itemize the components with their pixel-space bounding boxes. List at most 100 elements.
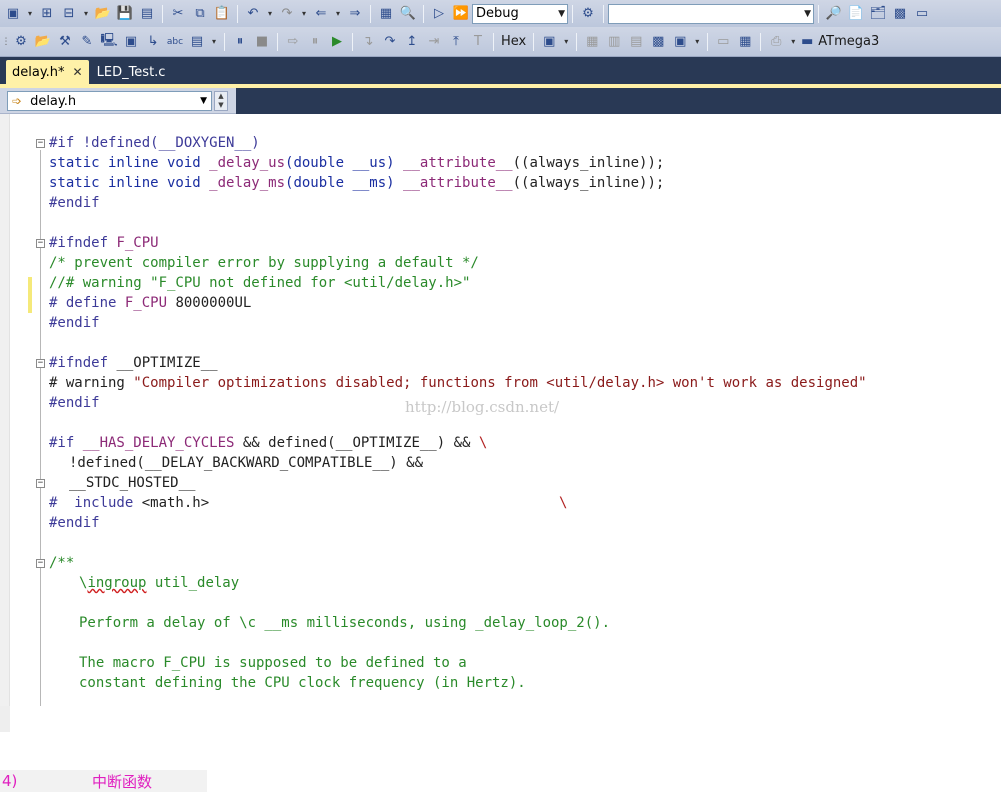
tab-led-test-c[interactable]: LED_Test.c bbox=[91, 60, 172, 84]
extension-manager-icon[interactable]: ▩ bbox=[890, 4, 910, 24]
device-icon[interactable]: 🖳 bbox=[99, 32, 119, 52]
dropdown-arrow-icon[interactable]: ▾ bbox=[692, 32, 702, 52]
memory-view-icon[interactable]: ▤ bbox=[626, 32, 646, 52]
new-project-icon[interactable]: ▣ bbox=[3, 4, 23, 24]
properties-icon[interactable]: 📄 bbox=[846, 4, 866, 24]
dropdown-arrow-icon[interactable]: ▾ bbox=[333, 4, 343, 24]
dropdown-arrow-icon[interactable]: ▾ bbox=[561, 32, 571, 52]
toolbar-separator bbox=[572, 4, 573, 23]
chevron-down-icon: ▼ bbox=[558, 8, 565, 19]
toolbar-separator bbox=[707, 32, 709, 51]
disassembly-icon[interactable]: T bbox=[468, 32, 488, 52]
print-icon[interactable]: ⎙ bbox=[766, 32, 786, 52]
start-debugging-icon[interactable]: ⏩ bbox=[451, 4, 471, 24]
dropdown-arrow-icon[interactable]: ▾ bbox=[25, 4, 35, 24]
dropdown-arrow-icon[interactable]: ▾ bbox=[788, 32, 798, 52]
code-text: #endif bbox=[49, 515, 100, 531]
find-icon[interactable]: 🔍 bbox=[398, 4, 418, 24]
code-continuation: \ bbox=[478, 435, 488, 451]
device-programming-icon[interactable]: ⚙ bbox=[578, 4, 598, 24]
table-icon[interactable]: ▦ bbox=[735, 32, 755, 52]
open-folder-icon[interactable]: 📂 bbox=[33, 32, 53, 52]
save-all-icon[interactable]: ▤ bbox=[137, 4, 157, 24]
code-text: (double __ms) bbox=[285, 175, 404, 191]
toolbar-separator bbox=[533, 32, 535, 51]
toolbar-separator bbox=[352, 32, 353, 51]
layout-icon[interactable]: ▭ bbox=[713, 32, 733, 52]
code-keyword: #ifndef bbox=[49, 235, 117, 251]
step-into-icon[interactable]: ↴ bbox=[358, 32, 378, 52]
hex-toggle-button[interactable]: Hex bbox=[501, 34, 526, 49]
solution-explorer-icon[interactable]: 🗂 bbox=[868, 4, 888, 24]
code-editor[interactable]: − #if !defined(__DOXYGEN__) static inlin… bbox=[0, 114, 1001, 706]
tools-icon[interactable]: ✎ bbox=[77, 32, 97, 52]
code-keyword: static inline void bbox=[49, 175, 210, 191]
open-file-icon[interactable]: 📂 bbox=[93, 4, 113, 24]
paste-icon[interactable]: 📋 bbox=[212, 4, 232, 24]
code-continuation: \ bbox=[559, 495, 568, 511]
editor-bottom-margin bbox=[0, 706, 10, 732]
start-without-debug-icon[interactable]: ▷ bbox=[429, 4, 449, 24]
spell-check-icon[interactable]: abc bbox=[165, 32, 185, 52]
code-line: #if !defined(__DOXYGEN__) bbox=[0, 133, 260, 153]
code-line: #endif bbox=[0, 193, 100, 213]
code-identifier: F_CPU bbox=[116, 235, 159, 251]
processor-icon[interactable]: ▣ bbox=[670, 32, 690, 52]
memory-icon[interactable]: ▤ bbox=[187, 32, 207, 52]
splitter-arrows-icon[interactable]: ▲ ▼ bbox=[214, 91, 228, 111]
step-icon[interactable]: ↳ bbox=[143, 32, 163, 52]
reset-icon[interactable]: ⤒ bbox=[446, 32, 466, 52]
file-navigation-combo[interactable]: ➩ delay.h ▼ bbox=[7, 91, 212, 111]
cut-icon[interactable]: ✂ bbox=[168, 4, 188, 24]
navigate-forward-icon[interactable]: ⇒ bbox=[345, 4, 365, 24]
device-name[interactable]: ATmega3 bbox=[818, 34, 879, 49]
pause-icon[interactable]: ⏸ bbox=[305, 32, 325, 52]
run-to-cursor-icon[interactable]: ⇥ bbox=[424, 32, 444, 52]
step-out-icon[interactable]: ↥ bbox=[402, 32, 422, 52]
dropdown-arrow-icon[interactable]: ▾ bbox=[81, 4, 91, 24]
search-combo[interactable]: ▼ bbox=[608, 3, 814, 24]
code-comment: /* prevent compiler error by supplying a… bbox=[49, 255, 479, 271]
configuration-select[interactable]: Debug ▼ bbox=[472, 3, 568, 24]
standard-toolbar: ▣ ▾ ⊞ ⊟ ▾ 📂 💾 ▤ ✂ ⧉ 📋 ↶ ▾ ↷ ▾ ⇐ ▾ ⇒ ▦ 🔍 … bbox=[0, 0, 1001, 28]
show-next-statement-icon[interactable]: ⇨ bbox=[283, 32, 303, 52]
registers-icon[interactable]: ▥ bbox=[604, 32, 624, 52]
section-heading: 4) 中断函数 bbox=[0, 770, 207, 792]
add-existing-icon[interactable]: ⊟ bbox=[59, 4, 79, 24]
navigate-backward-icon[interactable]: ⇐ bbox=[311, 4, 331, 24]
watch-icon[interactable]: ▣ bbox=[539, 32, 559, 52]
rebuild-icon[interactable]: ⚒ bbox=[55, 32, 75, 52]
toolbar-separator bbox=[603, 4, 604, 23]
redo-icon[interactable]: ↷ bbox=[277, 4, 297, 24]
code-text: !defined(__DELAY_BACKWARD_COMPATIBLE__) … bbox=[69, 455, 424, 471]
stop-debugging-icon[interactable]: ■ bbox=[252, 32, 272, 52]
dropdown-arrow-icon[interactable]: ▾ bbox=[299, 4, 309, 24]
dropdown-arrow-icon[interactable]: ▾ bbox=[265, 4, 275, 24]
navigation-bar-empty bbox=[236, 88, 1001, 114]
code-text: #endif bbox=[49, 195, 100, 211]
project-settings-icon[interactable]: ⚙ bbox=[11, 32, 31, 52]
code-line: static inline void _delay_ms(double __ms… bbox=[0, 173, 664, 193]
code-line: # warning "Compiler optimizations disabl… bbox=[0, 373, 867, 393]
tab-delay-h[interactable]: delay.h* ✕ bbox=[6, 60, 89, 84]
code-keyword: # warning bbox=[49, 375, 134, 391]
copy-icon[interactable]: ⧉ bbox=[190, 4, 210, 24]
undo-icon[interactable]: ↶ bbox=[243, 4, 263, 24]
document-tabs: delay.h* ✕ LED_Test.c bbox=[0, 57, 1001, 84]
close-icon[interactable]: ✕ bbox=[73, 65, 83, 79]
chip-icon[interactable]: ▣ bbox=[121, 32, 141, 52]
add-item-icon[interactable]: ⊞ bbox=[37, 4, 57, 24]
dropdown-arrow-icon[interactable]: ▾ bbox=[209, 32, 219, 52]
step-over-icon[interactable]: ↷ bbox=[380, 32, 400, 52]
code-comment: /** bbox=[49, 555, 75, 571]
window-icon[interactable]: ▭ bbox=[912, 4, 932, 24]
breakpoints-icon[interactable]: ▦ bbox=[582, 32, 602, 52]
build-icon[interactable]: ▦ bbox=[376, 4, 396, 24]
toolbar-separator bbox=[493, 32, 494, 51]
code-keyword: # define bbox=[49, 295, 125, 311]
break-all-icon[interactable]: ⏸ bbox=[230, 32, 250, 52]
io-view-icon[interactable]: ▩ bbox=[648, 32, 668, 52]
save-icon[interactable]: 💾 bbox=[115, 4, 135, 24]
continue-icon[interactable]: ▶ bbox=[327, 32, 347, 52]
find-in-files-icon[interactable]: 🔎 bbox=[824, 4, 844, 24]
